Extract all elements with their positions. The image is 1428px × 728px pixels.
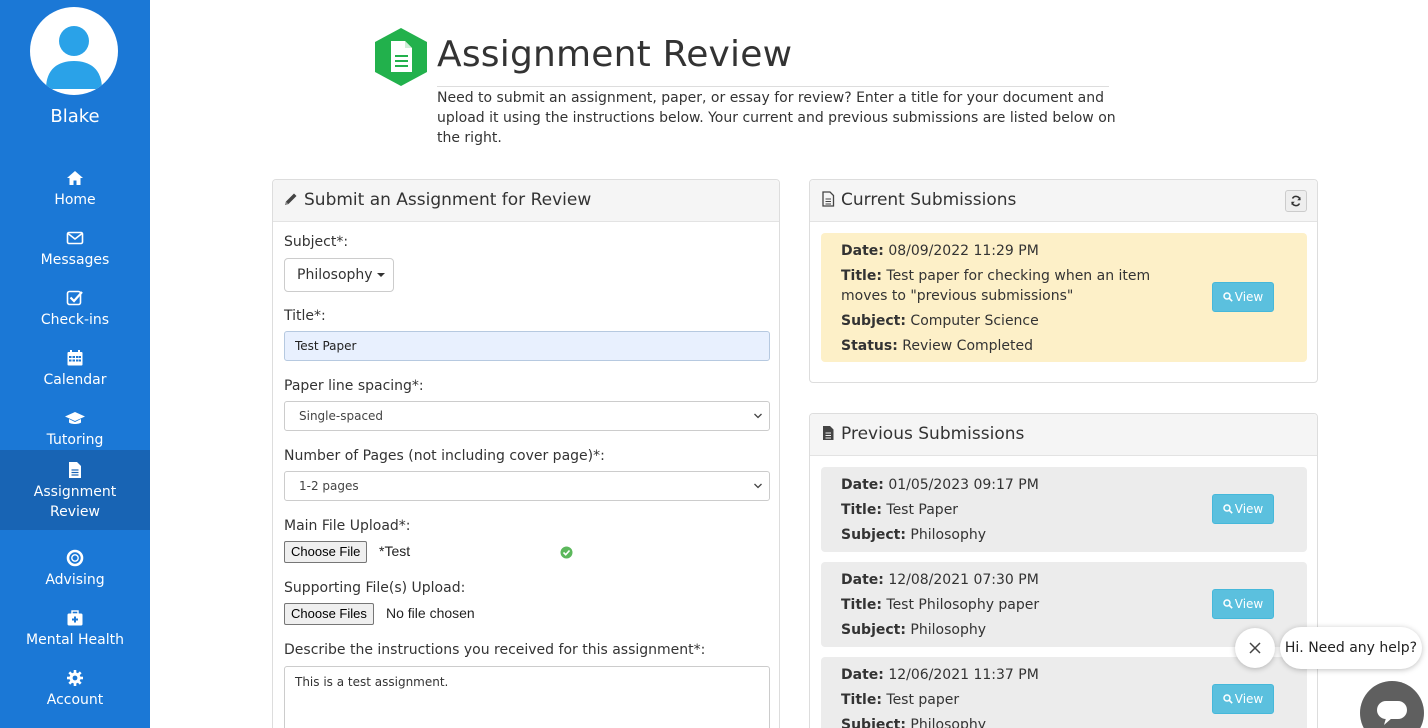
avatar[interactable] bbox=[30, 7, 118, 95]
life-ring-icon bbox=[66, 549, 84, 567]
panel-heading: Submit an Assignment for Review bbox=[273, 180, 779, 222]
search-icon bbox=[1223, 504, 1233, 514]
panel-title: Previous Submissions bbox=[841, 424, 1025, 444]
sidebar-item-tutoring[interactable]: Tutoring bbox=[0, 398, 150, 458]
sidebar-item-advising[interactable]: Advising bbox=[0, 538, 150, 598]
chevron-down-icon bbox=[754, 483, 762, 489]
user-icon bbox=[46, 26, 102, 89]
title-label: Title*: bbox=[284, 308, 326, 324]
chat-close-button[interactable] bbox=[1235, 628, 1275, 668]
sidebar-item-calendar[interactable]: Calendar bbox=[0, 338, 150, 398]
view-button[interactable]: View bbox=[1212, 282, 1274, 312]
panel-title: Current Submissions bbox=[841, 190, 1017, 210]
envelope-icon bbox=[66, 231, 84, 245]
graduation-cap-icon bbox=[65, 412, 85, 424]
submission-subject: Subject: Philosophy bbox=[841, 527, 986, 543]
sidebar-item-messages[interactable]: Messages bbox=[0, 218, 150, 278]
search-icon bbox=[1223, 292, 1233, 302]
page-title: Assignment Review bbox=[437, 34, 793, 75]
submission-status: Status: Review Completed bbox=[841, 338, 1034, 354]
sidebar-item-label: Home bbox=[54, 192, 96, 208]
submission-card: Date: 01/05/2023 09:17 PM Title: Test Pa… bbox=[821, 467, 1307, 552]
refresh-button[interactable] bbox=[1285, 190, 1307, 212]
calendar-icon bbox=[67, 350, 83, 366]
panel-title: Submit an Assignment for Review bbox=[304, 190, 592, 210]
instructions-textarea[interactable]: This is a test assignment. bbox=[284, 666, 770, 728]
submit-assignment-panel: Submit an Assignment for Review Subject*… bbox=[272, 179, 780, 728]
sidebar-item-mental-health[interactable]: Mental Health bbox=[0, 598, 150, 658]
sidebar-item-account[interactable]: Account bbox=[0, 658, 150, 718]
submission-subject: Subject: Philosophy bbox=[841, 622, 986, 638]
sidebar-item-assignment-review[interactable]: Assignment Review bbox=[0, 450, 150, 530]
sidebar: Blake Home Messages Check-ins Calendar T… bbox=[0, 0, 150, 728]
chevron-down-icon bbox=[754, 413, 762, 419]
main-file-choose-button[interactable]: Choose File bbox=[284, 541, 368, 563]
page-intro: Need to submit an assignment, paper, or … bbox=[437, 90, 1116, 146]
sidebar-item-label: Calendar bbox=[43, 372, 107, 388]
sidebar-item-label: Tutoring bbox=[46, 432, 104, 448]
main-file-name: *Test bbox=[379, 543, 411, 559]
submission-subject: Subject: Philosophy bbox=[841, 717, 986, 728]
line-spacing-select[interactable]: Single-spaced bbox=[284, 401, 770, 431]
check-circle-icon bbox=[560, 546, 573, 559]
chat-prompt-bubble[interactable]: Hi. Need any help? bbox=[1280, 627, 1422, 669]
panel-heading: Current Submissions bbox=[810, 180, 1317, 222]
current-submissions-panel: Current Submissions Date: 08/09/2022 11:… bbox=[809, 179, 1318, 383]
home-icon bbox=[67, 171, 83, 185]
chat-launcher-button[interactable] bbox=[1360, 681, 1424, 728]
previous-submissions-panel: Previous Submissions Date: 01/05/2023 09… bbox=[809, 413, 1318, 728]
main-file-label: Main File Upload*: bbox=[284, 518, 411, 534]
page-count-label: Number of Pages (not including cover pag… bbox=[284, 448, 605, 464]
gear-icon bbox=[67, 670, 83, 686]
supporting-files-choose-button[interactable]: Choose Files bbox=[284, 603, 374, 625]
file-outline-icon bbox=[822, 191, 835, 207]
instructions-label: Describe the instructions you received f… bbox=[284, 642, 706, 658]
submission-date: Date: 08/09/2022 11:29 PM bbox=[841, 243, 1039, 259]
caret-down-icon bbox=[376, 273, 385, 277]
supporting-files-label: Supporting File(s) Upload: bbox=[284, 580, 466, 596]
submission-subject: Subject: Computer Science bbox=[841, 313, 1039, 329]
subject-label: Subject*: bbox=[284, 234, 349, 250]
view-button[interactable]: View bbox=[1212, 589, 1274, 619]
view-button[interactable]: View bbox=[1212, 494, 1274, 524]
search-icon bbox=[1223, 599, 1233, 609]
sidebar-item-label: Messages bbox=[40, 252, 110, 268]
subject-dropdown[interactable]: Philosophy bbox=[284, 258, 394, 292]
line-spacing-label: Paper line spacing*: bbox=[284, 378, 424, 394]
supporting-files-status: No file chosen bbox=[386, 605, 475, 621]
search-icon bbox=[1223, 694, 1233, 704]
assignment-logo-icon bbox=[375, 28, 427, 86]
file-text-icon bbox=[823, 426, 834, 440]
subject-value: Philosophy bbox=[297, 267, 373, 283]
sidebar-item-label: Review bbox=[50, 504, 100, 520]
sidebar-item-home[interactable]: Home bbox=[0, 158, 150, 218]
submission-card: Date: 12/06/2021 11:37 PM Title: Test pa… bbox=[821, 657, 1307, 728]
sidebar-item-check-ins[interactable]: Check-ins bbox=[0, 278, 150, 338]
panel-heading: Previous Submissions bbox=[810, 414, 1317, 456]
view-button[interactable]: View bbox=[1212, 684, 1274, 714]
sidebar-item-label: Advising bbox=[45, 572, 105, 588]
pencil-icon bbox=[285, 193, 297, 205]
submission-card: Date: 12/08/2021 07:30 PM Title: Test Ph… bbox=[821, 562, 1307, 647]
chat-icon bbox=[1377, 701, 1407, 725]
medkit-icon bbox=[67, 610, 83, 626]
checkbox-icon bbox=[66, 290, 83, 306]
title-divider bbox=[437, 86, 1109, 87]
close-icon bbox=[1249, 642, 1261, 654]
document-icon bbox=[69, 462, 81, 478]
sidebar-item-label: Mental Health bbox=[26, 632, 124, 648]
sidebar-item-label: Account bbox=[46, 692, 104, 708]
sidebar-item-label: Assignment bbox=[33, 484, 117, 500]
line-spacing-value: Single-spaced bbox=[299, 409, 384, 423]
page-count-select[interactable]: 1-2 pages bbox=[284, 471, 770, 501]
refresh-icon bbox=[1291, 195, 1301, 207]
title-input[interactable] bbox=[284, 331, 770, 361]
sidebar-item-label: Check-ins bbox=[40, 312, 110, 328]
user-name: Blake bbox=[50, 106, 100, 127]
page-count-value: 1-2 pages bbox=[299, 479, 359, 493]
submission-card: Date: 08/09/2022 11:29 PM Title: Test pa… bbox=[821, 233, 1307, 362]
